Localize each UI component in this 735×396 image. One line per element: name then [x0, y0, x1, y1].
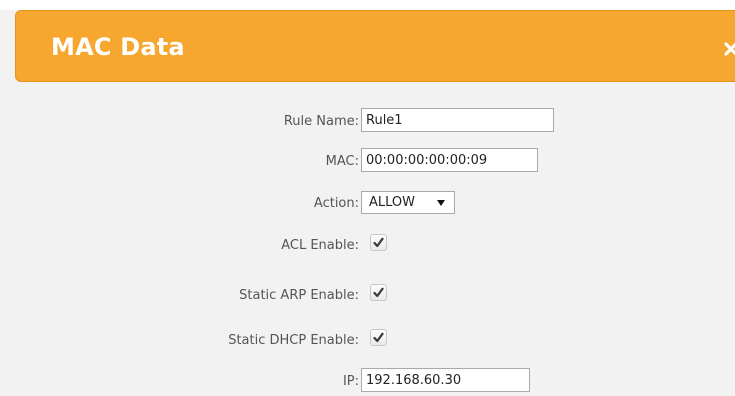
row-static-arp-enable: Static ARP Enable:: [0, 282, 735, 310]
checkmark-icon: [373, 332, 384, 343]
row-ip: IP:: [0, 368, 735, 396]
rule-name-input[interactable]: [361, 108, 554, 132]
row-acl-enable: ACL Enable:: [0, 232, 735, 260]
row-static-dhcp-enable: Static DHCP Enable:: [0, 327, 735, 355]
ip-label: IP:: [342, 374, 359, 389]
row-rule-name: Rule Name:: [0, 108, 735, 136]
dropdown-arrow-icon: [437, 200, 445, 206]
rule-name-label: Rule Name:: [283, 114, 359, 129]
acl-enable-checkbox[interactable]: [370, 234, 387, 251]
static-arp-enable-checkbox[interactable]: [370, 284, 387, 301]
mac-data-dialog: MAC Data Rule Name: MAC: Action: ALLOW A…: [0, 0, 735, 396]
static-dhcp-enable-label: Static DHCP Enable:: [228, 333, 359, 348]
mac-input[interactable]: [361, 148, 538, 172]
static-arp-enable-label: Static ARP Enable:: [239, 288, 359, 303]
mac-form: Rule Name: MAC: Action: ALLOW ACL Enable…: [0, 82, 735, 396]
checkmark-icon: [373, 287, 384, 298]
checkmark-icon: [373, 237, 384, 248]
action-select[interactable]: ALLOW: [361, 191, 455, 214]
acl-enable-label: ACL Enable:: [281, 238, 359, 253]
mac-label: MAC:: [325, 154, 359, 169]
ip-input[interactable]: [361, 368, 530, 392]
dialog-header: MAC Data: [15, 10, 735, 82]
row-mac: MAC:: [0, 148, 735, 176]
row-action: Action: ALLOW: [0, 190, 735, 218]
action-label: Action:: [313, 196, 359, 211]
static-dhcp-enable-checkbox[interactable]: [370, 329, 387, 346]
dialog-title: MAC Data: [51, 33, 185, 61]
close-icon[interactable]: [723, 41, 735, 57]
top-strip: [0, 0, 735, 10]
action-select-value: ALLOW: [369, 195, 416, 210]
